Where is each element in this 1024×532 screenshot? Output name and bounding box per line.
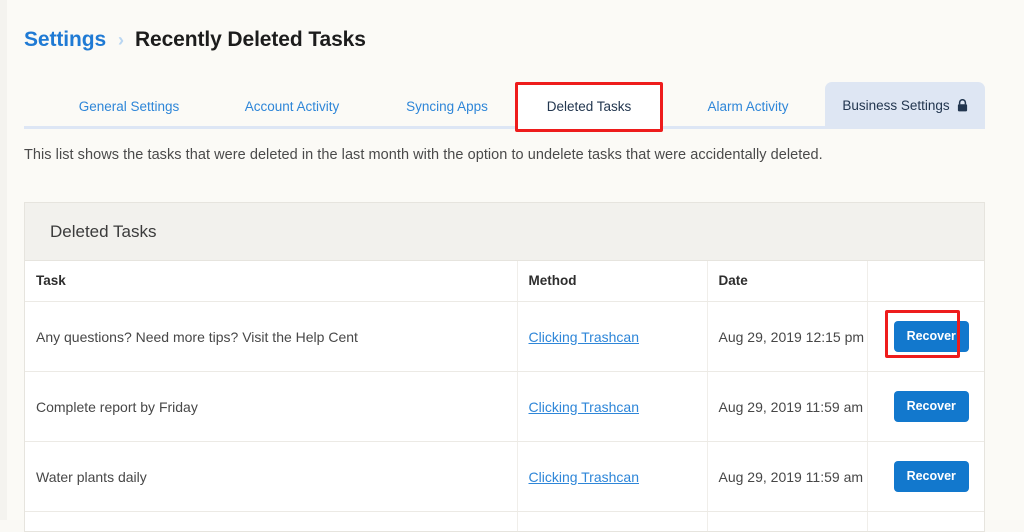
column-header-date: Date [707, 261, 867, 302]
tab-general-settings[interactable]: General Settings [54, 84, 204, 128]
column-header-task: Task [25, 261, 517, 302]
cell-action: Recover [867, 372, 984, 442]
column-header-method: Method [517, 261, 707, 302]
tab-label: Alarm Activity [707, 99, 788, 114]
method-link[interactable]: Clicking Trashcan [529, 399, 640, 415]
cell-action: Recover [867, 442, 984, 512]
table-header-row: Task Method Date [25, 261, 984, 302]
tab-syncing-apps[interactable]: Syncing Apps [382, 84, 512, 128]
settings-page: Settings › Recently Deleted Tasks Genera… [0, 0, 1024, 520]
recover-button[interactable]: Recover [894, 461, 969, 492]
tab-label: Account Activity [245, 99, 340, 114]
cell-task [25, 512, 517, 532]
deleted-tasks-table: Task Method Date Any questions? Need mor… [25, 261, 984, 532]
cell-method: Clicking Trashcan [517, 302, 707, 372]
cell-method: Clicking Trashcan [517, 442, 707, 512]
cell-method [517, 512, 707, 532]
cell-action [867, 512, 984, 532]
deleted-tasks-card: Deleted Tasks Task Method Date Any quest… [24, 202, 985, 532]
cell-method: Clicking Trashcan [517, 372, 707, 442]
cell-date: Aug 29, 2019 11:59 am [707, 372, 867, 442]
card-header: Deleted Tasks [25, 203, 984, 261]
chevron-right-icon: › [118, 30, 124, 51]
tab-label: Business Settings [842, 98, 949, 113]
recover-button[interactable]: Recover [894, 391, 969, 422]
method-link[interactable]: Clicking Trashcan [529, 329, 640, 345]
table-row: Water plants daily Clicking Trashcan Aug… [25, 442, 984, 512]
cell-date [707, 512, 867, 532]
column-header-action [867, 261, 984, 302]
table-row: Complete report by Friday Clicking Trash… [25, 372, 984, 442]
settings-tabbar: General Settings Account Activity Syncin… [24, 80, 985, 128]
tab-label: Deleted Tasks [547, 99, 632, 114]
cell-task: Any questions? Need more tips? Visit the… [25, 302, 517, 372]
table-row: Any questions? Need more tips? Visit the… [25, 302, 984, 372]
method-link[interactable]: Clicking Trashcan [529, 469, 640, 485]
cell-task: Complete report by Friday [25, 372, 517, 442]
card-title: Deleted Tasks [50, 222, 156, 242]
cell-date: Aug 29, 2019 12:15 pm [707, 302, 867, 372]
page-description: This list shows the tasks that were dele… [24, 147, 823, 163]
tab-alarm-activity[interactable]: Alarm Activity [678, 84, 818, 128]
tab-label: Syncing Apps [406, 99, 488, 114]
tab-label: General Settings [79, 99, 180, 114]
breadcrumb: Settings › Recently Deleted Tasks [24, 28, 366, 52]
recover-button[interactable]: Recover [894, 321, 969, 352]
tab-deleted-tasks[interactable]: Deleted Tasks [515, 82, 663, 129]
breadcrumb-settings-link[interactable]: Settings [24, 28, 106, 52]
cell-task: Water plants daily [25, 442, 517, 512]
cell-date: Aug 29, 2019 11:59 am [707, 442, 867, 512]
page-left-edge [0, 0, 7, 520]
page-title: Recently Deleted Tasks [135, 28, 366, 52]
cell-action: Recover [867, 302, 984, 372]
lock-icon [957, 99, 968, 115]
tab-business-settings[interactable]: Business Settings [825, 82, 985, 129]
tab-account-activity[interactable]: Account Activity [217, 84, 367, 128]
table-row [25, 512, 984, 532]
